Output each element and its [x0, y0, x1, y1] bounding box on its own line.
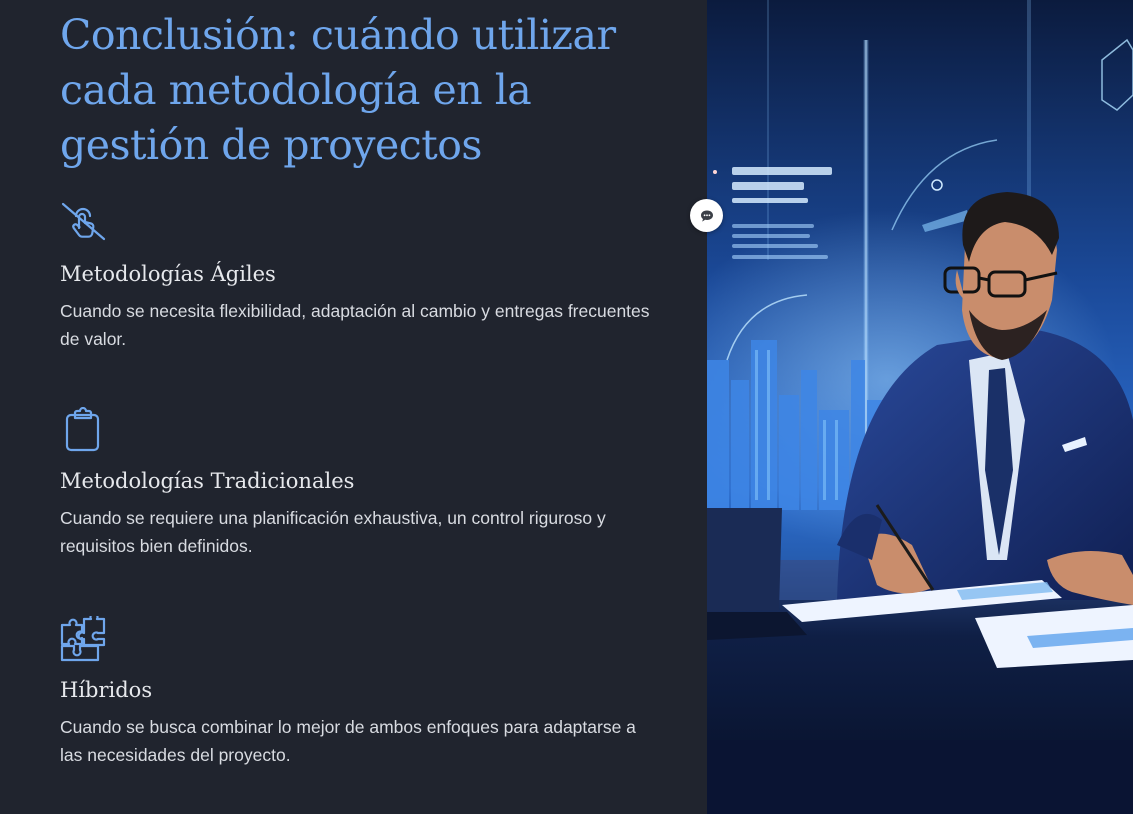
item-heading: Metodologías Tradicionales — [60, 469, 355, 493]
item-heading: Metodologías Ágiles — [60, 262, 276, 286]
hand-tap-slash-icon — [60, 200, 106, 246]
content-panel: Conclusión: cuándo utilizar cada metodol… — [0, 0, 707, 814]
comment-icon — [700, 210, 713, 222]
slide: Conclusión: cuándo utilizar cada metodol… — [0, 0, 1133, 814]
item-heading: Híbridos — [60, 678, 153, 702]
clipboard-icon — [60, 407, 106, 453]
item-description: Cuando se necesita flexibilidad, adaptac… — [60, 301, 650, 349]
puzzle-pieces-icon — [60, 616, 106, 662]
comment-button[interactable] — [690, 199, 723, 232]
item-description: Cuando se requiere una planificación exh… — [60, 508, 606, 556]
businessman-illustration — [707, 0, 1133, 814]
item-description: Cuando se busca combinar lo mejor de amb… — [60, 717, 636, 765]
slide-title: Conclusión: cuándo utilizar cada metodol… — [60, 11, 616, 169]
